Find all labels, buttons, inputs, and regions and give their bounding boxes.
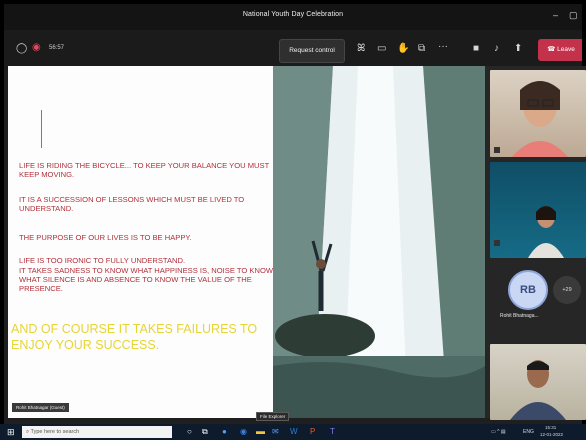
minimize-icon[interactable]: – bbox=[553, 10, 558, 20]
recording-icon: ◉ bbox=[32, 42, 41, 53]
more-options-icon[interactable]: ··· bbox=[438, 42, 448, 52]
search-placeholder: Type here to search bbox=[30, 429, 80, 435]
powerpoint-icon[interactable]: P bbox=[310, 427, 315, 436]
camera-icon[interactable]: ■ bbox=[473, 44, 479, 54]
shield-icon: ◯ bbox=[16, 43, 28, 54]
rooms-icon[interactable]: ⧉ bbox=[418, 44, 425, 54]
more-participants-badge[interactable]: +29 bbox=[553, 276, 581, 304]
file-explorer-icon[interactable]: ▬ bbox=[256, 426, 265, 436]
participant-2-image bbox=[494, 206, 564, 258]
waterfall-photo bbox=[273, 66, 485, 418]
word-icon[interactable]: W bbox=[290, 427, 298, 436]
maximize-icon[interactable]: ▢ bbox=[569, 10, 578, 21]
participant-name: Rohit Bhatnaga... bbox=[500, 313, 539, 319]
chat-icon[interactable]: ▭ bbox=[377, 44, 386, 54]
reactions-icon[interactable]: ✋ bbox=[397, 44, 409, 54]
cortana-icon[interactable]: ○ bbox=[187, 427, 192, 436]
mail-icon[interactable]: ✉ bbox=[272, 427, 279, 436]
clock-date[interactable]: 12-01-2022 bbox=[540, 432, 563, 437]
quote-highlight: AND OF COURSE IT TAKES FAILURES TO ENJOY… bbox=[11, 322, 258, 352]
tray-icons[interactable]: ▭ ^ ▤ bbox=[491, 429, 506, 435]
task-view-icon[interactable]: ⧉ bbox=[202, 427, 208, 437]
edge-icon[interactable]: ● bbox=[222, 427, 227, 436]
participant-3-image bbox=[510, 360, 566, 420]
leave-button[interactable]: ☎ Leave bbox=[538, 39, 582, 61]
quote-text: IT IS A SUCCESSION OF LESSONS WHICH MUST… bbox=[19, 195, 245, 213]
chrome-icon[interactable]: ◉ bbox=[240, 427, 247, 436]
taskbar-tooltip: File Explorer bbox=[256, 412, 290, 421]
quote-text: THE PURPOSE OF OUR LIVES IS TO BE HAPPY. bbox=[19, 233, 192, 242]
phone-icon: ☎ bbox=[547, 46, 558, 53]
participant-video-1[interactable] bbox=[490, 70, 586, 157]
quote-text: LIFE IS TOO IRONIC TO FULLY UNDERSTAND. bbox=[19, 256, 186, 265]
meeting-timer: 56:57 bbox=[49, 45, 65, 51]
share-icon[interactable]: ⬆ bbox=[514, 44, 522, 54]
avatar[interactable]: RB bbox=[508, 270, 548, 310]
waterfall-illustration bbox=[273, 66, 485, 418]
taskbar-search-input[interactable]: ⌕ Type here to search bbox=[22, 426, 172, 438]
presenter-name-tag: Rohit Bhatnagar (Guest) bbox=[12, 403, 69, 412]
participant-1-image bbox=[494, 81, 568, 157]
leave-label: Leave bbox=[557, 46, 575, 53]
clock-time[interactable]: 15:31 bbox=[545, 425, 556, 430]
language-indicator[interactable]: ENG bbox=[523, 429, 534, 435]
search-icon: ⌕ bbox=[26, 429, 30, 435]
shared-slide: LIFE IS RIDING THE BICYCLE... TO KEEP YO… bbox=[8, 66, 273, 418]
request-control-button[interactable]: Request control bbox=[279, 39, 345, 63]
quote-text: LIFE IS RIDING THE BICYCLE... TO KEEP YO… bbox=[19, 161, 270, 179]
teams-icon[interactable]: T bbox=[330, 427, 335, 436]
quote-text: IT TAKES SADNESS TO KNOW WHAT HAPPINESS … bbox=[19, 266, 274, 293]
text-cursor bbox=[41, 110, 42, 148]
meeting-toolbar: ◯ ◉ 56:57 Request control ꕤ ▭ ✋ ⧉ ··· ■ … bbox=[4, 30, 582, 70]
participant-video-2[interactable] bbox=[490, 162, 586, 258]
title-bar: National Youth Day Celebration – ▢ bbox=[4, 4, 582, 30]
window-title: National Youth Day Celebration bbox=[242, 11, 344, 18]
people-icon[interactable]: ꕤ bbox=[357, 44, 365, 54]
mic-off-icon[interactable]: ♪ bbox=[494, 44, 499, 54]
participant-video-3[interactable] bbox=[490, 344, 586, 420]
windows-start-icon[interactable]: ⊞ bbox=[7, 427, 15, 438]
